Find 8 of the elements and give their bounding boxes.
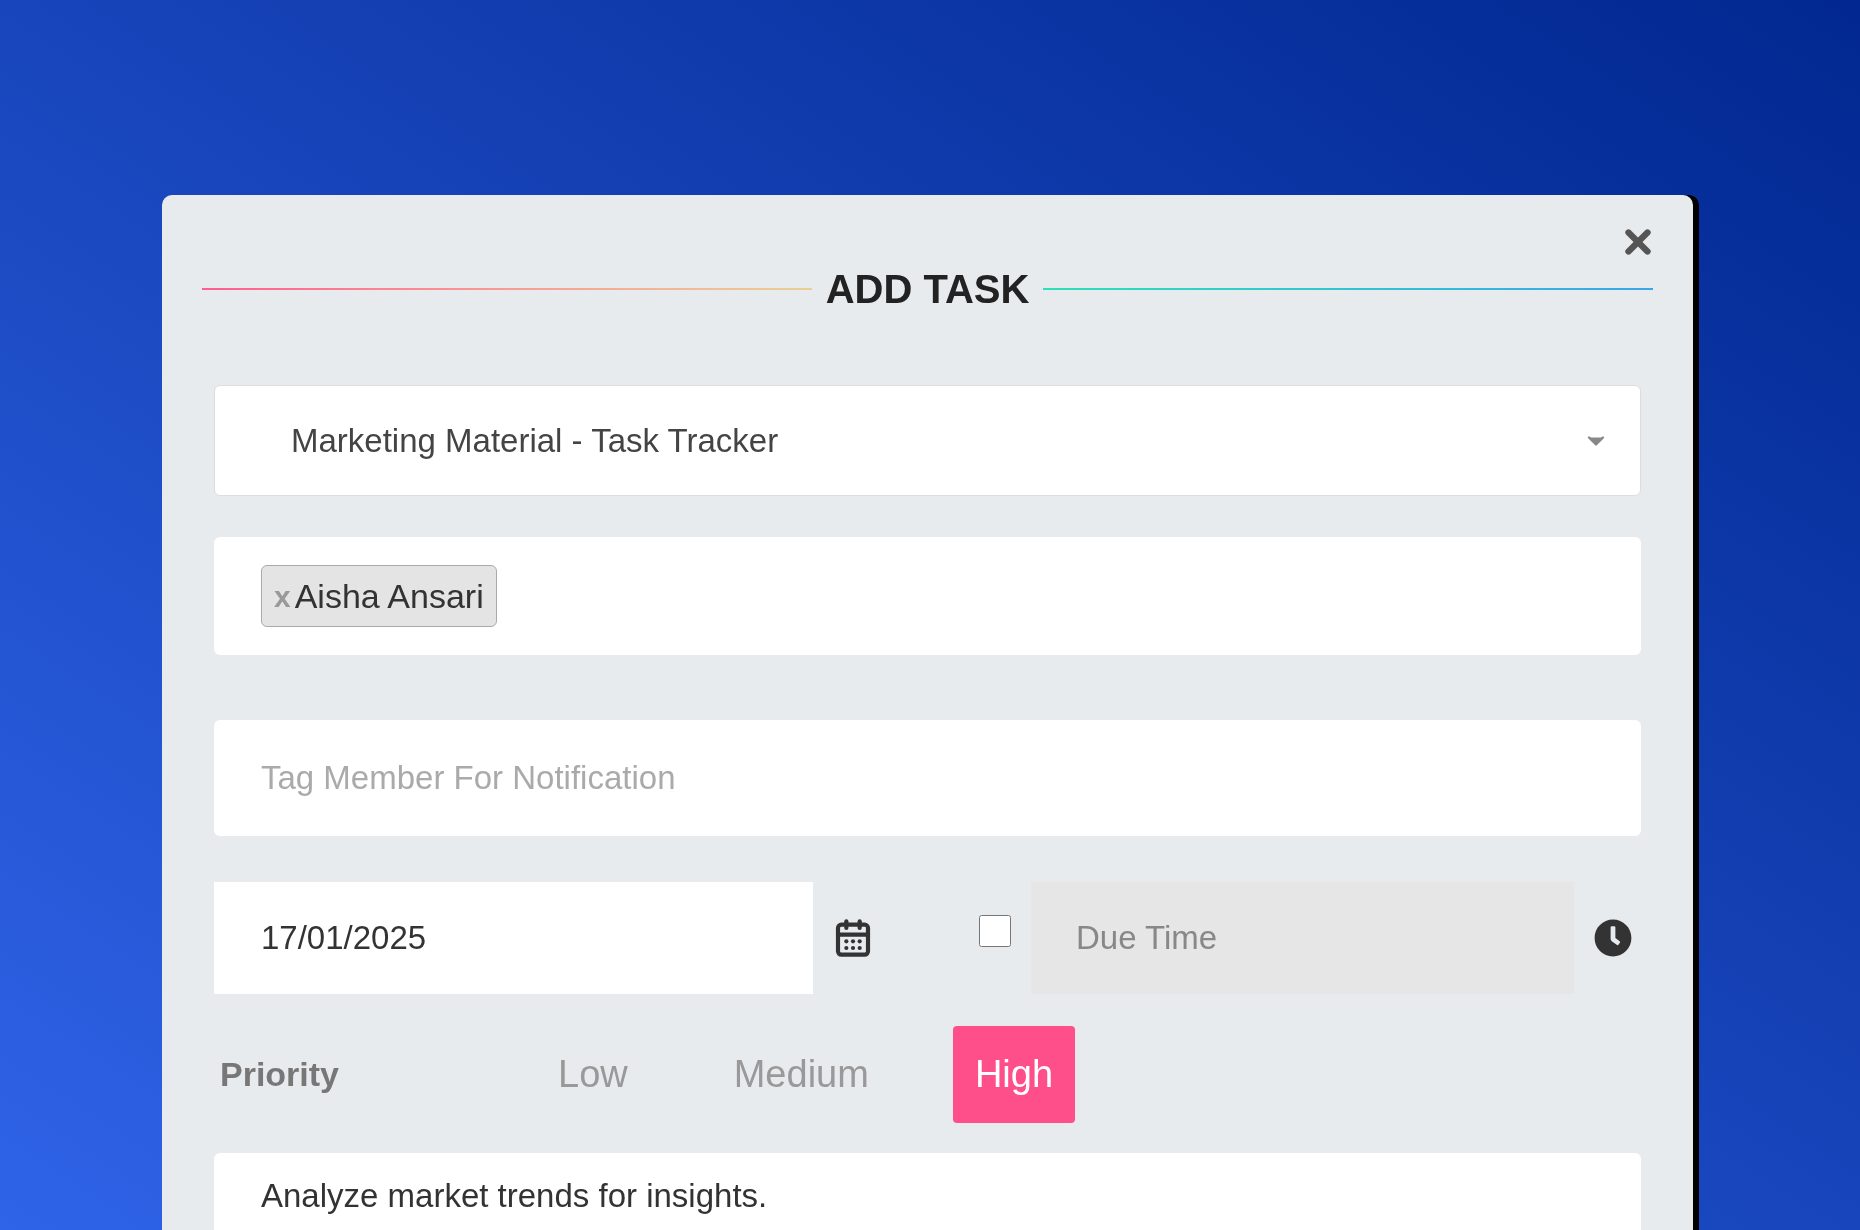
project-select[interactable]: Marketing Material - Task Tracker [214,385,1641,496]
priority-label: Priority [220,1054,341,1095]
due-date-field[interactable]: 17/01/2025 [214,882,813,994]
assignee-field[interactable]: xAisha Ansari [214,537,1641,655]
notify-field[interactable]: Tag Member For Notification [214,720,1641,836]
dialog-title: ADD TASK [825,266,1030,313]
assignee-name: Aisha Ansari [294,575,484,617]
description-field[interactable]: Analyze market trends for insights. [214,1153,1641,1230]
